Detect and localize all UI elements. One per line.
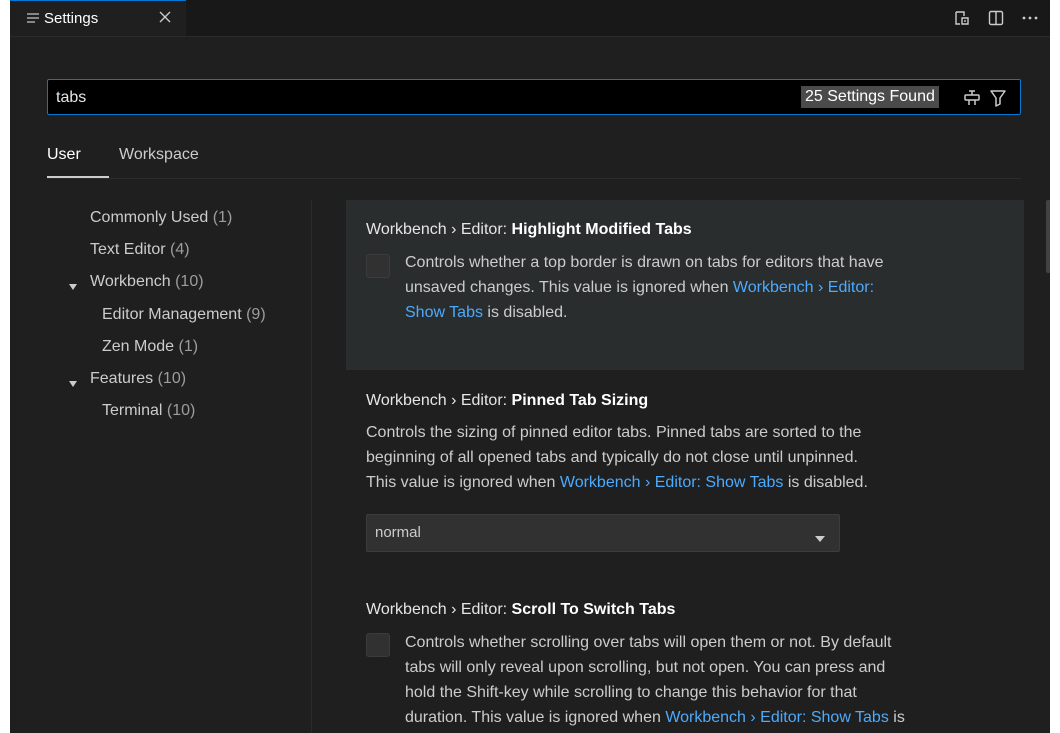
description-line: hold the Shift-key while scrolling to ch… [405,684,857,701]
editor-actions [952,8,1040,28]
setting-description: Controls the sizing of pinned editor tab… [366,420,1026,495]
tree-item-terminal[interactable]: Terminal (10) [102,402,195,420]
tree-count: (4) [170,241,190,258]
tree-label: Text Editor [90,241,166,258]
more-actions-icon[interactable] [1020,8,1040,28]
tree-label: Workbench [90,273,171,290]
settings-tab[interactable]: Settings [10,0,186,36]
open-settings-json-icon[interactable] [952,8,972,28]
setting-category: Workbench › Editor: [366,392,512,409]
settings-list-icon [26,11,40,25]
tab-user[interactable]: User [47,146,81,164]
description-line: Controls whether scrolling over tabs wil… [405,634,892,651]
description-text: duration. This value is ignored when [405,709,666,726]
chevron-down-icon[interactable] [68,376,78,387]
description-line: Controls whether a top border is drawn o… [405,254,884,271]
tree-label: Terminal [102,402,163,419]
setting-title: Workbench › Editor: Scroll To Switch Tab… [366,601,675,619]
search-query: tabs [56,89,87,106]
select-value: normal [375,524,421,541]
tab-workspace[interactable]: Workspace [119,146,199,164]
show-tabs-link[interactable]: Show Tabs [405,304,483,321]
description-text: is disabled. [482,304,568,321]
filter-icon[interactable] [988,88,1008,108]
show-tabs-link[interactable]: Workbench › Editor: Show Tabs [665,709,889,726]
setting-category: Workbench › Editor: [366,601,512,618]
tree-count: (10) [175,273,204,290]
tree-label: Features [90,370,154,387]
settings-editor-window: Settings tabs 25 Settings Found User Wor… [10,0,1050,733]
tree-item-workbench[interactable]: Workbench (10) [90,273,204,291]
tree-label: Commonly Used [90,209,209,226]
setting-name: Pinned Tab Sizing [511,392,649,409]
tree-count: (10) [157,370,187,387]
setting-description: Controls whether scrolling over tabs wil… [405,630,1025,730]
clear-filter-icon[interactable] [962,88,982,108]
setting-title: Workbench › Editor: Pinned Tab Sizing [366,392,648,410]
tree-label: Zen Mode [102,338,175,355]
highlight-modified-tabs-checkbox[interactable] [366,254,390,278]
workbench-editor-link[interactable]: Workbench › Editor: [733,279,874,296]
tree-count: (9) [246,306,266,323]
show-tabs-link[interactable]: Workbench › Editor: Show Tabs [560,474,784,491]
description-text: is [888,709,905,726]
close-icon[interactable] [158,10,172,24]
settings-tab-label: Settings [44,10,99,27]
tree-count: (10) [166,402,196,419]
tree-item-commonly-used[interactable]: Commonly Used (1) [90,209,232,227]
tree-item-editor-management[interactable]: Editor Management (9) [102,306,266,324]
settings-scrollbar[interactable] [1046,200,1050,273]
setting-title: Workbench › Editor: Highlight Modified T… [366,221,692,239]
description-text: is disabled. [783,474,868,491]
setting-category: Workbench › Editor: [366,221,512,238]
tree-count: (1) [212,209,233,226]
pinned-tab-sizing-select[interactable]: normal [366,514,840,552]
tree-item-features[interactable]: Features (10) [90,370,186,388]
search-result-count: 25 Settings Found [801,86,939,108]
scroll-to-switch-tabs-checkbox[interactable] [366,633,390,657]
tree-count: (1) [178,338,199,355]
setting-description: Controls whether a top border is drawn o… [405,250,1025,325]
tree-item-text-editor[interactable]: Text Editor (4) [90,241,190,259]
description-line: Controls the sizing of pinned editor tab… [366,424,862,441]
editor-tab-bar: Settings [10,0,1050,37]
tree-item-zen-mode[interactable]: Zen Mode (1) [102,338,198,356]
tree-label: Editor Management [102,306,242,323]
chevron-down-icon[interactable] [68,279,78,290]
tree-divider [311,200,312,733]
settings-search-input[interactable]: tabs 25 Settings Found [47,79,1021,115]
description-line: beginning of all opened tabs and typical… [366,449,858,466]
setting-name: Scroll To Switch Tabs [511,601,676,618]
chevron-down-icon [815,530,825,542]
description-text: This value is ignored when [366,474,560,491]
description-line: tabs will only reveal upon scrolling, bu… [405,659,886,676]
scope-divider [47,178,1021,179]
description-text: unsaved changes. This value is ignored w… [405,279,733,296]
setting-name: Highlight Modified Tabs [511,221,692,238]
split-editor-icon[interactable] [986,8,1006,28]
